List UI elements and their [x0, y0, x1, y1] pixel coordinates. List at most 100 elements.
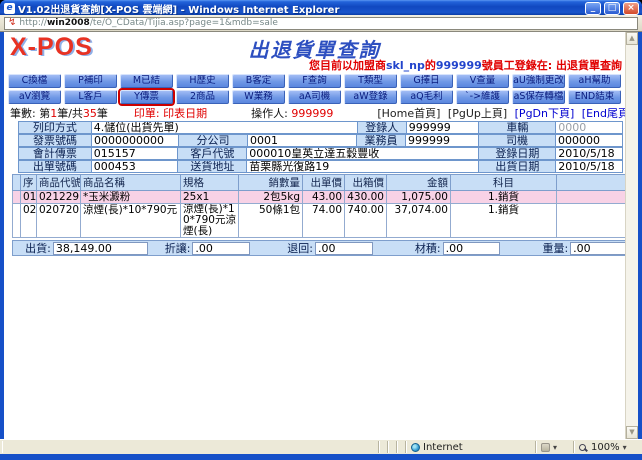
cell-account: 1.銷貨	[450, 203, 557, 238]
address-bar: ↯ http://win2008/te/O_CData/Tijia.asp?pa…	[0, 15, 642, 32]
vertical-scrollbar[interactable]: ▲ ▼	[625, 32, 638, 439]
cell-unit-price: 43.00	[302, 190, 345, 204]
cell-seq: 02	[20, 203, 37, 238]
button-customer[interactable]: L客戶	[64, 90, 117, 104]
ship-date-field[interactable]: 2010/5/18	[555, 160, 623, 173]
button-force-edit[interactable]: aU強制更改	[512, 74, 565, 88]
scroll-down-icon[interactable]: ▼	[626, 426, 638, 439]
ie-icon: e	[4, 2, 15, 14]
vehicle-field[interactable]: 0000	[555, 121, 623, 134]
shipment-total-field[interactable]: 38,149.00	[52, 241, 148, 255]
cell-code: 020720	[36, 203, 81, 238]
button-browse[interactable]: aV瀏覽	[8, 90, 61, 104]
order-no-field[interactable]: 000453	[90, 160, 179, 173]
button-login[interactable]: aW登錄	[344, 90, 397, 104]
driver-field[interactable]: 000000	[555, 134, 623, 147]
volume-field[interactable]: .00	[442, 241, 501, 255]
returns-field[interactable]: .00	[315, 241, 373, 255]
vehicle-label: 車輛	[478, 121, 557, 134]
table-header-row: 序 商品代號 商品名稱 規格 銷數量 出單價 出箱價 金額 科目	[12, 174, 625, 191]
volume-label: 材積:	[414, 242, 441, 255]
col-seq: 序	[20, 174, 37, 191]
col-spec: 規格	[180, 174, 239, 191]
button-save-export[interactable]: aS保存轉檔	[512, 90, 565, 104]
voucher-field[interactable]: 015157	[90, 147, 179, 160]
close-button[interactable]: ×	[623, 1, 639, 15]
button-type[interactable]: T類型	[344, 74, 397, 88]
invoice-no-label: 發票號碼	[18, 134, 92, 147]
button-help[interactable]: aH幫助	[568, 74, 621, 88]
button-change-file[interactable]: C換檔	[8, 74, 61, 88]
cell-account: 1.銷貨	[450, 190, 557, 204]
salesman-field[interactable]: 999999	[405, 134, 479, 147]
discount-label: 折讓:	[164, 242, 191, 255]
discount-field[interactable]: .00	[192, 241, 251, 255]
button-product[interactable]: 2商品	[176, 90, 229, 104]
button-driver[interactable]: aA司機	[288, 90, 341, 104]
button-reprint[interactable]: P補印	[64, 74, 117, 88]
button-custom[interactable]: B客定	[232, 74, 285, 88]
minimize-button[interactable]: _	[585, 1, 601, 15]
delivery-address-field[interactable]: 苗栗縣光復路19	[246, 160, 480, 173]
order-form: 列印方式 4.儲位(出貨先單) 登錄人 999999 車輛 0000 發票號碼 …	[18, 121, 623, 173]
weight-field[interactable]: .00	[570, 241, 625, 255]
button-closed[interactable]: M已結	[120, 74, 173, 88]
branch-field[interactable]: 0001	[247, 134, 357, 147]
security-zone: Internet	[406, 441, 536, 453]
browser-window: e V1.02出退貨查詢[X-POS 雲端網] - Windows Intern…	[0, 0, 642, 460]
toolbar: C換檔 P補印 M已結 H歷史 B客定 F查詢 T類型 G擇日 V查量 aU強制…	[8, 74, 621, 106]
protected-mode-segment[interactable]: ▾	[536, 441, 574, 453]
maximize-button[interactable]: □	[604, 1, 620, 15]
button-history[interactable]: H歷史	[176, 74, 229, 88]
nav-pgup-link[interactable]: [PgUp上頁]	[448, 107, 507, 120]
col-code: 商品代號	[36, 174, 81, 191]
address-input[interactable]: ↯ http://win2008/te/O_CData/Tijia.asp?pa…	[4, 16, 638, 30]
customer-label: 客戶代號	[177, 147, 248, 160]
button-check-qty[interactable]: V查量	[456, 74, 509, 88]
login-notice: 您目前以加盟商skl_np的999999號員工登錄在: 出退貨單查詢	[308, 59, 622, 72]
table-row[interactable]: 02 020720 涼煙(長)*10*790元 涼煙(長)*10*790元涼煙(…	[12, 203, 625, 238]
button-query[interactable]: F查詢	[288, 74, 341, 88]
shipment-total-label: 出貨:	[25, 242, 51, 255]
cell-amount: 1,075.00	[386, 190, 451, 204]
zoom-control[interactable]: 100% ▾	[574, 441, 640, 453]
customer-field[interactable]: 000010皇英立達五穀豐收	[246, 147, 480, 160]
totals-bar: 出貨: 38,149.00 折讓: .00 退回: .00 材積: .00 重量…	[12, 240, 625, 256]
col-unit-price: 出單價	[302, 174, 345, 191]
scrollbar-track[interactable]	[626, 45, 638, 426]
button-maintain[interactable]: `->維護	[456, 90, 509, 104]
button-end[interactable]: END結束	[568, 90, 621, 104]
page-nav: [Home首頁] [PgUp上頁] [PgDn下頁] [End尾頁]	[377, 105, 625, 121]
invoice-no-field[interactable]: 0000000000	[91, 134, 179, 147]
col-name: 商品名稱	[80, 174, 181, 191]
print-mode-field[interactable]: 4.儲位(出貨先單)	[90, 121, 358, 134]
reg-date-field[interactable]: 2010/5/18	[555, 147, 623, 160]
button-pick-date[interactable]: G擇日	[400, 74, 453, 88]
branch-label: 分公司	[178, 134, 248, 147]
cell-seq: 01	[20, 190, 37, 204]
nav-end-link[interactable]: [End尾頁]	[582, 107, 625, 120]
address-label: 送貨地址	[177, 160, 248, 173]
scroll-up-icon[interactable]: ▲	[626, 32, 638, 45]
registrant-field[interactable]: 999999	[405, 121, 480, 134]
cell-unit-price: 74.00	[302, 203, 345, 238]
col-filler	[556, 174, 625, 191]
voucher-label: 會計傳票	[18, 147, 92, 160]
magnifier-icon	[579, 443, 586, 451]
table-row[interactable]: 01 021229 *玉米澱粉 25x1 2包5kg 43.00 430.00 …	[12, 190, 625, 204]
col-box-price: 出箱價	[344, 174, 387, 191]
nav-pgdn-link[interactable]: [PgDn下頁]	[515, 107, 575, 120]
record-bar: 筆數: 第1筆/共35筆 印單: 印表日期 操作人: 999999 [Home首…	[4, 105, 625, 120]
returns-label: 退回:	[287, 242, 314, 255]
cell-spec: 25x1	[180, 190, 239, 204]
driver-label: 司機	[478, 134, 556, 147]
nav-home-link[interactable]: [Home首頁]	[377, 107, 440, 120]
browser-viewport: X-POS 出退貨單查詢 您目前以加盟商skl_np的999999號員工登錄在:…	[4, 32, 638, 439]
weight-label: 重量:	[542, 242, 569, 255]
button-voucher[interactable]: Y傳票	[118, 88, 175, 106]
status-bar: Internet ▾ 100% ▾	[0, 439, 642, 454]
button-margin[interactable]: aQ毛利	[400, 90, 453, 104]
cell-qty: 50條1包	[238, 203, 303, 238]
button-sales[interactable]: W業務	[232, 90, 285, 104]
title-bar: e V1.02出退貨查詢[X-POS 雲端網] - Windows Intern…	[0, 0, 642, 16]
